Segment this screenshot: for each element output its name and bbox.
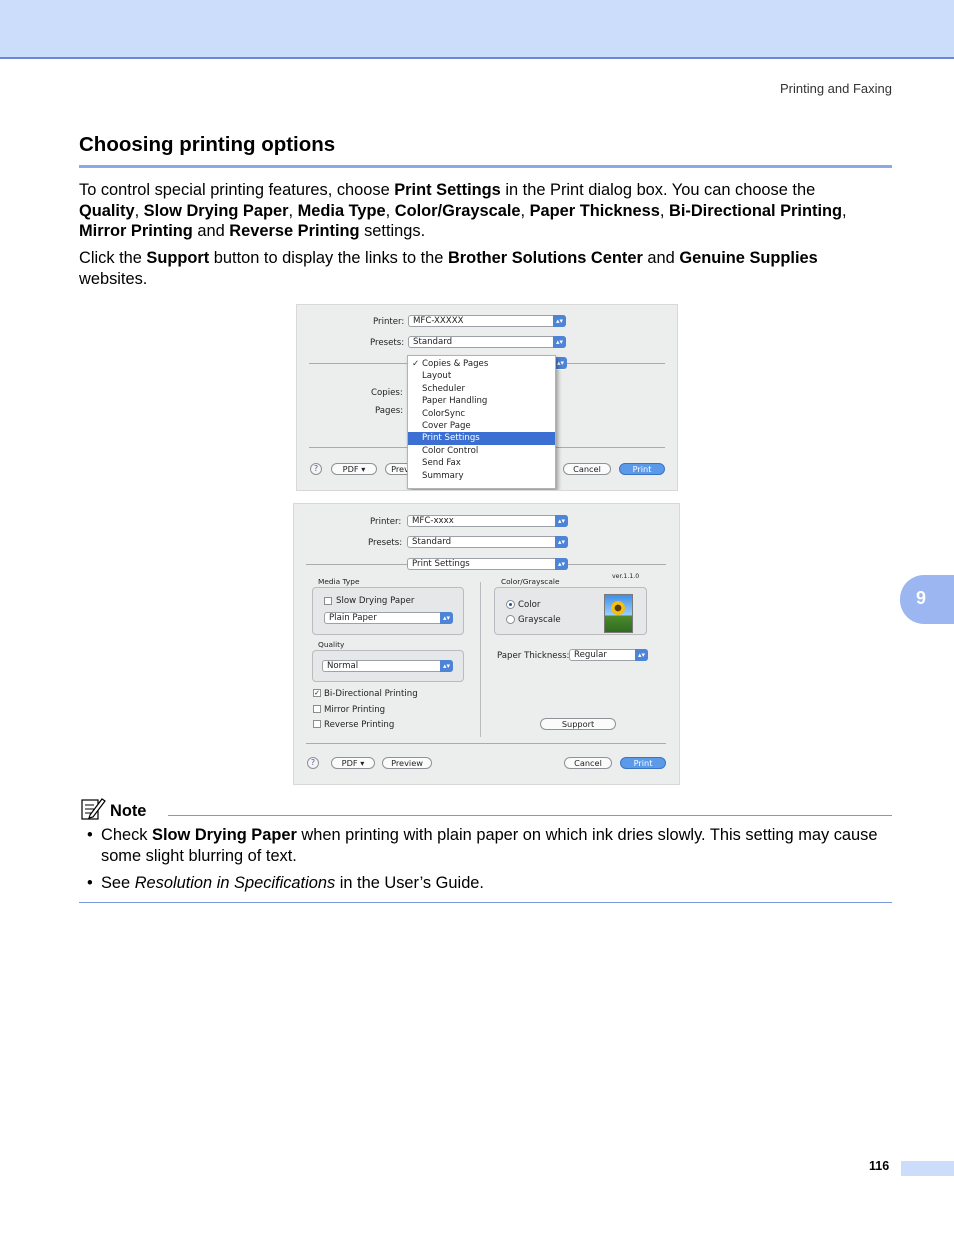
mirror-label: Mirror Printing: [324, 705, 386, 715]
note-top-rule: [168, 815, 892, 816]
pdf-button[interactable]: PDF ▾: [331, 463, 377, 475]
copies-label: Copies:: [371, 388, 403, 398]
reverse-checkbox[interactable]: [313, 720, 321, 728]
popup-arrows-icon: ▴▾: [553, 336, 566, 348]
popup-arrows-icon: ▴▾: [440, 660, 453, 672]
menu-item-color-control[interactable]: Color Control: [408, 445, 555, 457]
print-dialog-menu-screenshot: Printer: MFC-XXXXX ▴▾ Presets: Standard ▴▾…: [296, 304, 678, 491]
note-item-1: Check Slow Drying Paper when printing wi…: [101, 826, 878, 865]
running-head: Printing and Faxing: [779, 81, 892, 96]
version-label: ver.1.1.0: [612, 573, 640, 580]
bullet-icon: •: [87, 874, 93, 892]
menu-item-colorsync[interactable]: ColorSync: [408, 408, 555, 420]
menu-item-layout[interactable]: Layout: [408, 370, 555, 382]
menu-item-copies-pages[interactable]: ✓ Copies & Pages: [408, 358, 555, 370]
popup-arrows-icon: ▴▾: [555, 558, 568, 570]
popup-arrows-icon: ▴▾: [555, 536, 568, 548]
quality-label: Quality: [318, 640, 345, 649]
menu-item-send-fax[interactable]: Send Fax: [408, 457, 555, 469]
popup-arrows-icon: ▴▾: [555, 515, 568, 527]
paper-thickness-popup[interactable]: Regular ▴▾: [569, 649, 648, 661]
support-paragraph: Click the Support button to display the …: [79, 249, 818, 288]
cancel-button[interactable]: Cancel: [563, 463, 611, 475]
help-icon[interactable]: ?: [310, 463, 322, 475]
reverse-label: Reverse Printing: [324, 720, 395, 730]
page-number-bar: [901, 1161, 954, 1176]
column-separator: [480, 582, 481, 737]
pages-label: Pages:: [375, 406, 404, 416]
menu-item-paper-handling[interactable]: Paper Handling: [408, 395, 555, 407]
print-settings-screenshot: Printer: MFC-xxxx ▴▾ Presets: Standard ▴▾ …: [293, 503, 680, 785]
note-label: Note: [110, 802, 147, 820]
note-item-2: See Resolution in Specifications in the …: [101, 874, 484, 892]
grayscale-radio-label: Grayscale: [518, 615, 561, 625]
note-bottom-rule: [79, 902, 892, 903]
checkmark-icon: ✓: [412, 359, 420, 369]
section-title: Choosing printing options: [79, 133, 336, 156]
menu-item-print-settings[interactable]: Print Settings: [408, 432, 555, 445]
presets-label: Presets:: [370, 338, 405, 348]
printer-popup[interactable]: MFC-XXXXX ▴▾: [408, 315, 566, 327]
menu-item-scheduler[interactable]: Scheduler: [408, 383, 555, 395]
printer-label: Printer:: [373, 317, 405, 327]
slow-drying-checkbox[interactable]: [324, 597, 332, 605]
title-rule: [79, 165, 892, 168]
divider: [306, 743, 666, 744]
bullet-icon: •: [87, 826, 93, 844]
intro-paragraph: To control special printing features, ch…: [79, 181, 847, 240]
quality-popup[interactable]: Normal ▴▾: [322, 660, 453, 672]
color-grayscale-label: Color/Grayscale: [501, 577, 560, 586]
menu-item-cover-page[interactable]: Cover Page: [408, 420, 555, 432]
grayscale-radio[interactable]: [506, 615, 515, 624]
mirror-checkbox[interactable]: [313, 705, 321, 713]
print-button[interactable]: Print: [619, 463, 665, 475]
panel-popup[interactable]: Print Settings ▴▾: [407, 558, 568, 570]
header-band: [0, 0, 954, 59]
presets-popup[interactable]: Standard ▴▾: [407, 536, 568, 548]
printer-popup[interactable]: MFC-xxxx ▴▾: [407, 515, 568, 527]
page-number: 116: [869, 1159, 890, 1173]
media-type-group: [312, 587, 464, 635]
color-radio[interactable]: [506, 600, 515, 609]
presets-label: Presets:: [368, 538, 403, 548]
slow-drying-label: Slow Drying Paper: [336, 596, 415, 606]
media-type-label: Media Type: [318, 577, 360, 586]
popup-arrows-icon: ▴▾: [553, 315, 566, 327]
presets-popup[interactable]: Standard ▴▾: [408, 336, 566, 348]
media-type-popup[interactable]: Plain Paper ▴▾: [324, 612, 453, 624]
print-button[interactable]: Print: [620, 757, 666, 769]
panel-menu: ✓ Copies & Pages Layout Scheduler Paper H…: [407, 355, 556, 489]
preview-button[interactable]: Preview: [382, 757, 432, 769]
bidirectional-label: Bi-Directional Printing: [324, 689, 418, 699]
sunflower-preview-icon: [604, 594, 633, 633]
support-button[interactable]: Support: [540, 718, 616, 730]
popup-arrows-icon: ▴▾: [440, 612, 453, 624]
help-icon[interactable]: ?: [307, 757, 319, 769]
printer-label: Printer:: [370, 517, 402, 527]
note-pencil-icon: [81, 798, 106, 820]
bidirectional-checkbox[interactable]: ✓: [313, 689, 321, 697]
popup-arrows-icon: ▴▾: [635, 649, 648, 661]
color-radio-label: Color: [518, 600, 541, 610]
cancel-button[interactable]: Cancel: [564, 757, 612, 769]
chapter-tab: 9: [900, 575, 954, 624]
paper-thickness-label: Paper Thickness:: [497, 651, 570, 661]
menu-item-summary[interactable]: Summary: [408, 470, 555, 482]
pdf-button[interactable]: PDF ▾: [331, 757, 375, 769]
